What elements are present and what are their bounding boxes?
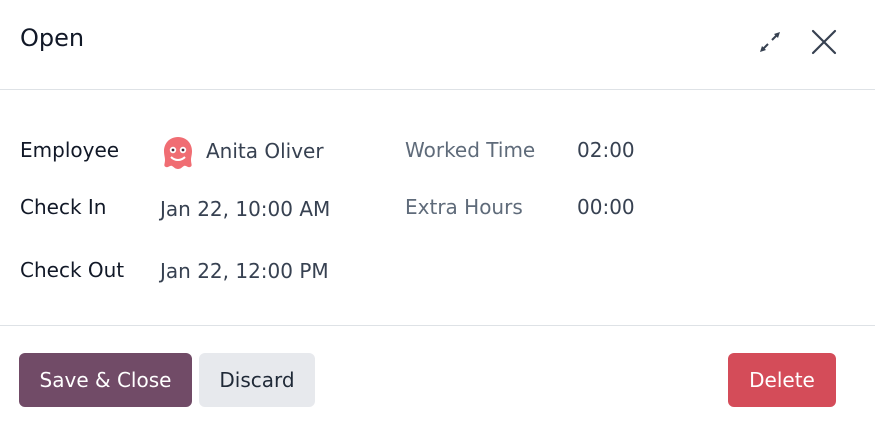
extra-hours-value: 00:00 bbox=[577, 195, 635, 219]
attendance-dialog: Open Employee Anita Oliver Worked Time 0… bbox=[0, 0, 875, 429]
worked-time-value: 02:00 bbox=[577, 138, 635, 162]
dialog-header: Open bbox=[0, 0, 875, 90]
close-button[interactable] bbox=[808, 26, 840, 58]
check-in-label: Check In bbox=[20, 195, 107, 219]
expand-icon bbox=[760, 32, 780, 52]
discard-button[interactable]: Discard bbox=[199, 353, 315, 407]
employee-field[interactable]: Anita Oliver bbox=[206, 139, 324, 163]
employee-label: Employee bbox=[20, 138, 120, 162]
worked-time-label: Worked Time bbox=[405, 138, 536, 162]
dialog-title: Open bbox=[20, 24, 85, 52]
close-icon bbox=[811, 29, 837, 55]
dialog-body: Employee Anita Oliver Worked Time 02:00 … bbox=[0, 90, 875, 325]
save-close-button[interactable]: Save & Close bbox=[19, 353, 192, 407]
extra-hours-label: Extra Hours bbox=[405, 195, 523, 219]
dialog-footer: Save & Close Discard Delete bbox=[0, 325, 875, 430]
delete-button[interactable]: Delete bbox=[728, 353, 836, 407]
ghost-avatar-icon bbox=[164, 137, 192, 169]
check-out-label: Check Out bbox=[20, 258, 125, 282]
expand-button[interactable] bbox=[756, 28, 784, 56]
check-in-field[interactable]: Jan 22, 10:00 AM bbox=[160, 197, 330, 221]
check-out-field[interactable]: Jan 22, 12:00 PM bbox=[160, 259, 329, 283]
